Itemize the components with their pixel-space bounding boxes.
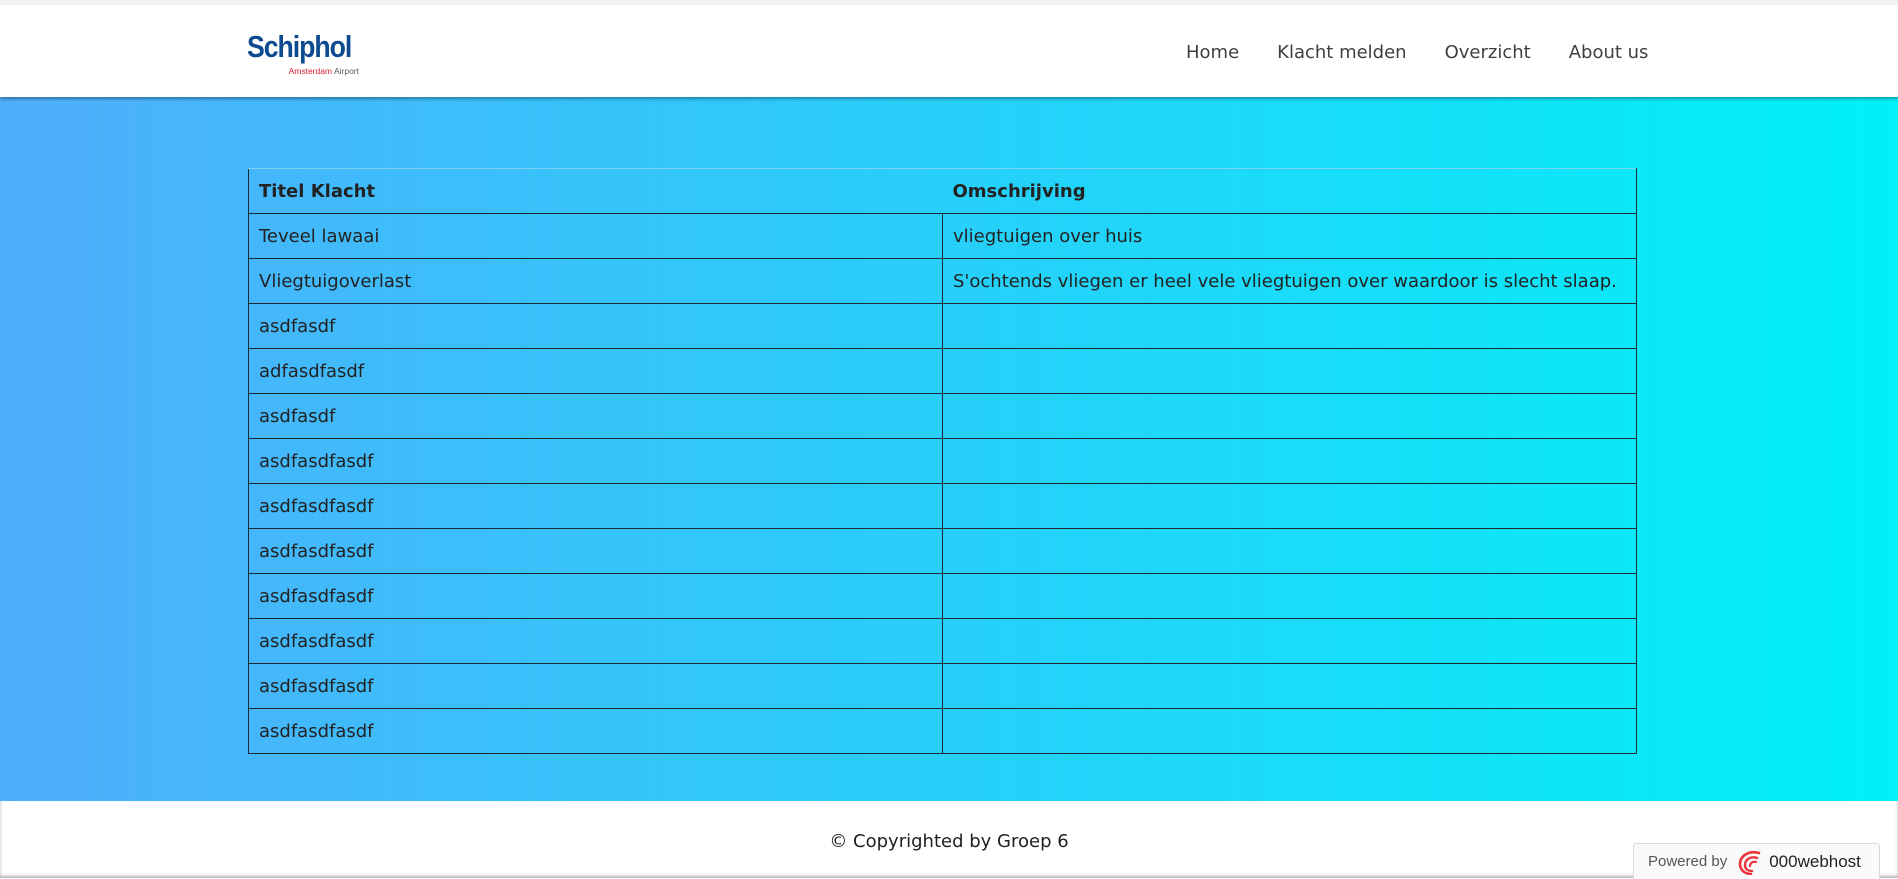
nav-overzicht[interactable]: Overzicht [1445,39,1531,67]
complaint-description-cell [942,393,1637,439]
table-row: asdfasdfasdf [248,528,1637,574]
complaint-description-cell [942,303,1637,349]
table-row: adfasdfasdf [248,348,1637,394]
complaint-description-cell [942,618,1637,664]
table-row: asdfasdfasdf [248,483,1637,529]
table-row: asdfasdfasdf [248,573,1637,619]
complaint-description-cell [942,483,1637,529]
complaint-description-cell [942,528,1637,574]
complaint-description-cell [942,348,1637,394]
logo-subtitle: Amsterdam Airport [289,66,359,76]
table-header-row: Titel Klacht Omschrijving [248,168,1637,214]
table-row: asdfasdfasdf [248,663,1637,709]
nav-home[interactable]: Home [1186,39,1239,67]
complaint-title-cell: asdfasdfasdf [248,618,943,664]
complaint-title-cell: asdfasdf [248,303,943,349]
logo-subtitle-airport: Airport [333,66,359,76]
table-row: asdfasdf [248,393,1637,439]
powered-by-label: Powered by [1648,853,1728,870]
content-area: Titel Klacht Omschrijving Teveel lawaai … [0,97,1898,801]
table-row: Teveel lawaai vliegtuigen over huis [248,213,1637,259]
column-header-title: Titel Klacht [248,168,943,214]
complaint-title-cell: Vliegtuigoverlast [248,258,943,304]
copyright-text: © Copyrighted by Groep 6 [829,831,1069,852]
table-row: asdfasdf [248,303,1637,349]
column-header-description: Omschrijving [942,168,1637,214]
complaints-table: Titel Klacht Omschrijving Teveel lawaai … [248,168,1637,754]
logo-subtitle-city: Amsterdam [288,66,333,76]
logo-wordmark: Schiphol [247,29,352,64]
powered-by-badge[interactable]: Powered by 000webhost [1633,843,1880,879]
complaint-description-cell [942,663,1637,709]
complaint-title-cell: asdfasdf [248,393,943,439]
complaint-description-cell [942,573,1637,619]
main-nav: Home Klacht melden Overzicht About us [1186,39,1648,67]
000webhost-logo-icon [1738,850,1761,875]
complaint-description-cell [942,438,1637,484]
complaint-title-cell: adfasdfasdf [248,348,943,394]
complaint-title-cell: asdfasdfasdf [248,528,943,574]
complaint-description-cell: S'ochtends vliegen er heel vele vliegtui… [942,258,1637,304]
000webhost-brand: 000webhost [1769,851,1861,871]
complaint-title-cell: asdfasdfasdf [248,483,943,529]
nav-about-us[interactable]: About us [1569,39,1649,67]
table-row: asdfasdfasdf [248,708,1637,754]
complaint-title-cell: Teveel lawaai [248,213,943,259]
complaint-description-cell [942,708,1637,754]
table-row: asdfasdfasdf [248,438,1637,484]
nav-klacht-melden[interactable]: Klacht melden [1277,39,1406,67]
complaint-title-cell: asdfasdfasdf [248,438,943,484]
site-header: Schiphol Amsterdam Airport Home Klacht m… [0,5,1898,97]
schiphol-logo[interactable]: Schiphol Amsterdam Airport [247,29,371,76]
table-row: asdfasdfasdf [248,618,1637,664]
complaint-description-cell: vliegtuigen over huis [942,213,1637,259]
table-row: Vliegtuigoverlast S'ochtends vliegen er … [248,258,1637,304]
complaint-title-cell: asdfasdfasdf [248,708,943,754]
complaint-title-cell: asdfasdfasdf [248,573,943,619]
site-footer: © Copyrighted by Groep 6 Powered by 000w… [0,801,1898,879]
complaint-title-cell: asdfasdfasdf [248,663,943,709]
